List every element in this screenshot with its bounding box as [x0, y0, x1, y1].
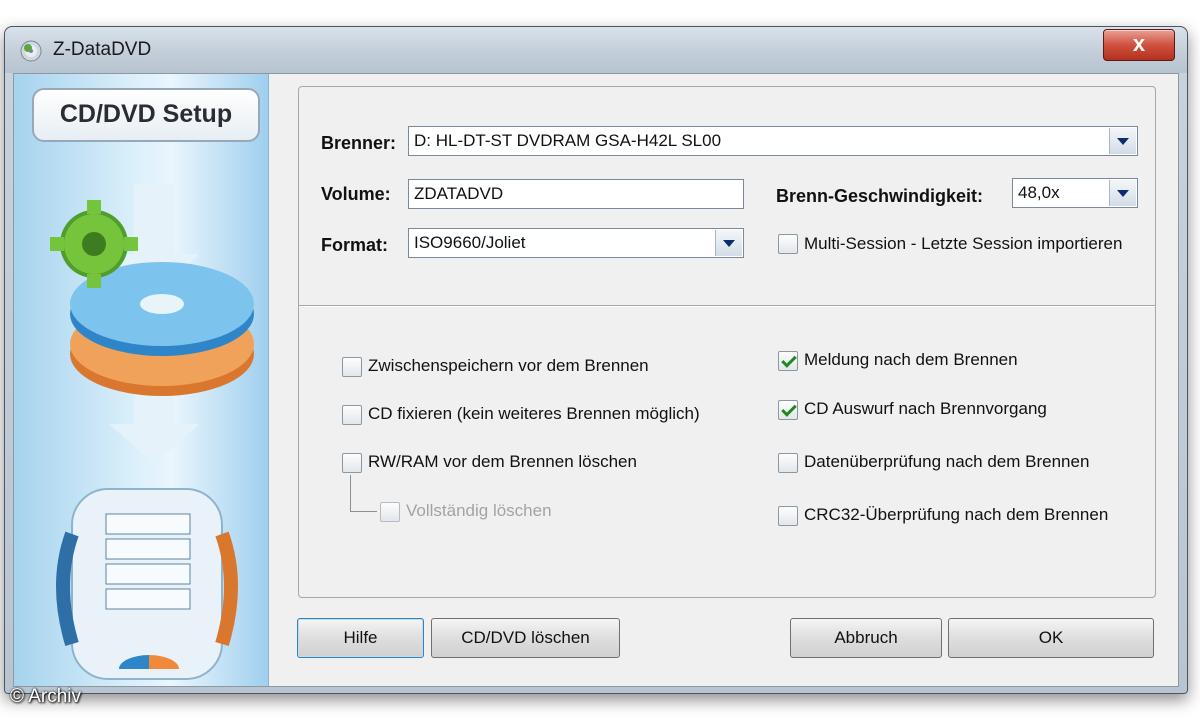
- vollstaendig-label: Vollständig löschen: [406, 501, 552, 520]
- multisession-label: Multi-Session - Letzte Session importier…: [804, 234, 1123, 253]
- speed-select[interactable]: 48,0x: [1012, 178, 1138, 208]
- format-label: Format:: [321, 235, 388, 255]
- auswurf-label: CD Auswurf nach Brennvorgang: [804, 399, 1047, 418]
- app-disc-icon: [20, 40, 42, 62]
- vollstaendig-checkbox[interactable]: [380, 502, 400, 522]
- chevron-down-icon[interactable]: [715, 230, 742, 256]
- fixieren-checkbox[interactable]: [342, 405, 362, 425]
- tree-connector: [350, 475, 377, 512]
- format-select[interactable]: ISO9660/Joliet: [408, 228, 744, 258]
- multisession-checkbox[interactable]: [778, 234, 798, 254]
- zwischenspeichern-checkbox[interactable]: [342, 357, 362, 377]
- close-button[interactable]: x: [1103, 29, 1175, 61]
- chevron-down-icon[interactable]: [1109, 128, 1136, 154]
- datenpruefung-checkbox[interactable]: [778, 453, 798, 473]
- cancel-button[interactable]: Abbruch: [790, 618, 942, 658]
- crc32-checkbox[interactable]: [778, 506, 798, 526]
- window-title: Z-DataDVD: [53, 39, 152, 60]
- auswurf-checkbox[interactable]: [778, 400, 798, 420]
- datenpruefung-label: Datenüberprüfung nach dem Brennen: [804, 452, 1090, 471]
- help-button[interactable]: Hilfe: [297, 618, 424, 658]
- crc32-label: CRC32-Überprüfung nach dem Brennen: [804, 505, 1109, 524]
- volume-value: ZDATADVD: [414, 184, 504, 203]
- title-bar[interactable]: Z-DataDVD x: [5, 27, 1187, 73]
- volume-input[interactable]: ZDATADVD: [408, 179, 744, 209]
- ok-button[interactable]: OK: [948, 618, 1154, 658]
- fixieren-label: CD fixieren (kein weiteres Brennen mögli…: [368, 404, 700, 423]
- speed-label: Brenn-Geschwindigkeit:: [776, 186, 984, 206]
- speed-value: 48,0x: [1018, 183, 1060, 202]
- chevron-down-icon[interactable]: [1109, 180, 1136, 206]
- format-value: ISO9660/Joliet: [414, 233, 526, 252]
- meldung-label: Meldung nach dem Brennen: [804, 350, 1018, 369]
- rwram-checkbox[interactable]: [342, 453, 362, 473]
- burning-illustration-icon: [50, 184, 254, 680]
- zwischenspeichern-label: Zwischenspeichern vor dem Brennen: [368, 356, 649, 375]
- meldung-checkbox[interactable]: [778, 351, 798, 371]
- erase-disc-button[interactable]: CD/DVD löschen: [431, 618, 620, 658]
- rwram-label: RW/RAM vor dem Brennen löschen: [368, 452, 637, 471]
- panel-divider: [299, 305, 1155, 307]
- brenner-value: D: HL-DT-ST DVDRAM GSA-H42L SL00: [414, 131, 722, 150]
- setup-heading: CD/DVD Setup: [32, 88, 260, 142]
- brenner-label: Brenner:: [321, 133, 397, 153]
- setup-sidebar: CD/DVD Setup: [14, 74, 269, 686]
- copyright-watermark: © Archiv: [10, 686, 82, 707]
- brenner-select[interactable]: D: HL-DT-ST DVDRAM GSA-H42L SL00: [408, 126, 1138, 156]
- volume-label: Volume:: [321, 184, 391, 204]
